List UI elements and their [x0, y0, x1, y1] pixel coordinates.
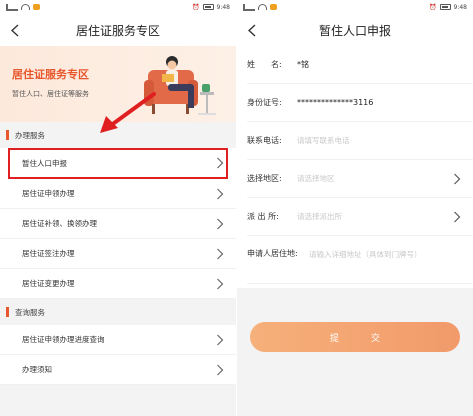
- police-station-row[interactable]: 派 出 所: 请选择派出所: [247, 198, 473, 236]
- menu-item-label: 办理须知: [22, 365, 52, 374]
- chevron-right-icon: [217, 278, 224, 289]
- section-title: 查询服务: [15, 307, 45, 317]
- wifi-icon: [258, 4, 267, 10]
- section-accent-bar: [6, 130, 9, 140]
- phone-input[interactable]: 请填写联系电话: [297, 135, 350, 146]
- notification-icon: [270, 4, 277, 10]
- area-row[interactable]: 选择地区: 请选择地区: [247, 160, 473, 198]
- menu-item-temp-resident-report[interactable]: 暂住人口申报: [8, 148, 228, 179]
- back-arrow-icon: [11, 23, 19, 37]
- menu-item-label: 居住证申领办理: [22, 189, 75, 198]
- red-annotation-arrow-icon: [100, 92, 156, 133]
- chevron-right-icon: [217, 188, 224, 199]
- menu-item-permit-endorse[interactable]: 居住证签注办理: [0, 239, 236, 269]
- name-value: *铭: [297, 60, 309, 69]
- status-bar: ⏰ 9:48: [0, 0, 236, 14]
- menu-item-label: 居住证变更办理: [22, 279, 75, 288]
- back-button[interactable]: [245, 21, 259, 39]
- page-title: 居住证服务专区: [75, 23, 160, 38]
- signal-icon: [6, 3, 18, 11]
- wifi-icon: [21, 4, 30, 10]
- notification-icon: [33, 4, 40, 10]
- menu-item-progress-query[interactable]: 居住证申领办理进度查询: [0, 325, 236, 355]
- signal-icon: [243, 3, 255, 11]
- area-select[interactable]: 请选择地区: [297, 173, 335, 184]
- menu-item-label: 暂住人口申报: [22, 158, 67, 168]
- battery-icon: [439, 4, 451, 10]
- menu-item-label: 居住证签注办理: [22, 249, 75, 258]
- id-number-row: 身份证号: **************3116: [247, 84, 473, 122]
- nav-bar: 暂住人口申报: [237, 14, 473, 46]
- right-screen: ⏰ 9:48 暂住人口申报 姓 名: *铭 身份证号: ************…: [237, 0, 473, 416]
- screenshot-root: ⏰ 9:48 居住证服务专区 居住证服务专区 暂住人口、居住证等服务 办理服务 …: [0, 0, 473, 416]
- status-bar: ⏰ 9:48: [237, 0, 473, 14]
- chevron-right-icon: [217, 157, 224, 169]
- section-title: 办理服务: [15, 130, 45, 140]
- police-station-select[interactable]: 请选择派出所: [297, 211, 342, 222]
- chevron-right-icon: [217, 364, 224, 375]
- report-form: 姓 名: *铭 身份证号: **************3116 联系电话: 请…: [237, 46, 473, 284]
- menu-item-guidelines[interactable]: 办理须知: [0, 355, 236, 385]
- menu-item-permit-apply[interactable]: 居住证申领办理: [0, 179, 236, 209]
- status-time: 9:48: [216, 3, 230, 11]
- menu-item-permit-reissue[interactable]: 居住证补领、换领办理: [0, 209, 236, 239]
- chevron-right-icon: [217, 218, 224, 229]
- name-row: 姓 名: *铭: [247, 46, 473, 84]
- phone-label: 联系电话:: [247, 136, 282, 145]
- menu-item-label: 居住证补领、换领办理: [22, 219, 97, 228]
- page-title: 暂住人口申报: [318, 23, 391, 38]
- chevron-right-icon: [454, 211, 461, 223]
- alarm-icon: ⏰: [192, 3, 200, 11]
- back-arrow-icon: [248, 23, 256, 37]
- menu-item-permit-change[interactable]: 居住证变更办理: [0, 269, 236, 299]
- menu-item-label: 居住证申领办理进度查询: [22, 335, 105, 344]
- back-button[interactable]: [8, 21, 22, 39]
- section-accent-bar: [6, 307, 9, 317]
- status-time: 9:48: [453, 3, 467, 11]
- address-label: 申请人居住地:: [247, 249, 298, 258]
- left-screen: ⏰ 9:48 居住证服务专区 居住证服务专区 暂住人口、居住证等服务 办理服务 …: [0, 0, 236, 416]
- section-header-query: 查询服务: [0, 299, 236, 325]
- address-row[interactable]: 申请人居住地: 请输入详细地址（具体到门牌号）: [247, 236, 473, 284]
- address-input[interactable]: 请输入详细地址（具体到门牌号）: [309, 248, 459, 261]
- id-number-label: 身份证号:: [247, 98, 282, 107]
- submit-button[interactable]: 提交: [250, 322, 460, 352]
- nav-bar: 居住证服务专区: [0, 14, 236, 46]
- name-label: 姓 名:: [247, 60, 282, 69]
- area-label: 选择地区:: [247, 174, 282, 183]
- apply-service-list: 暂住人口申报 居住证申领办理 居住证补领、换领办理 居住证签注办理 居住证变更办…: [0, 148, 236, 299]
- battery-icon: [202, 4, 214, 10]
- chevron-right-icon: [217, 334, 224, 345]
- alarm-icon: ⏰: [429, 3, 437, 11]
- query-service-list: 居住证申领办理进度查询 办理须知: [0, 325, 236, 385]
- chevron-right-icon: [217, 248, 224, 259]
- chevron-right-icon: [454, 173, 461, 185]
- police-station-label: 派 出 所:: [247, 212, 279, 221]
- form-footer-background: [237, 288, 473, 416]
- phone-row[interactable]: 联系电话: 请填写联系电话: [247, 122, 473, 160]
- id-number-value: **************3116: [297, 98, 374, 107]
